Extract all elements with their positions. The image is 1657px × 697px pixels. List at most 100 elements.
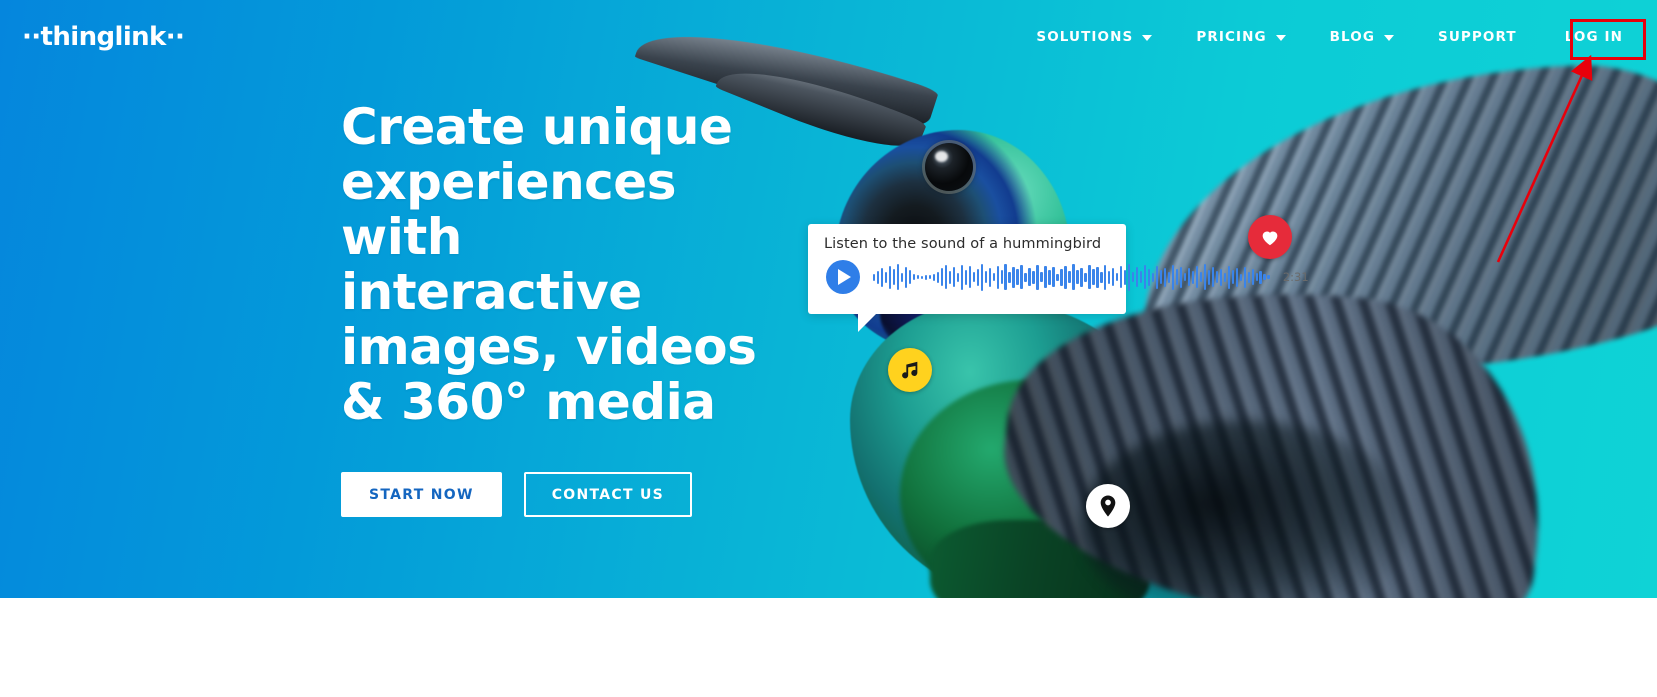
waveform-bar xyxy=(976,268,979,286)
waveform-bar xyxy=(1155,265,1159,289)
waveform-bar xyxy=(920,275,924,279)
waveform-bar xyxy=(1108,270,1111,284)
nav-item-blog[interactable]: BLOG xyxy=(1308,20,1416,54)
waveform-bar xyxy=(1179,266,1183,288)
heart-icon xyxy=(1262,231,1278,246)
waveform-bar xyxy=(1128,263,1131,291)
waveform-bar xyxy=(964,269,968,285)
top-navigation-bar: ··thinglink·· SOLUTIONS PRICING BLOG SUP… xyxy=(0,0,1657,72)
waveform-bar xyxy=(1020,265,1023,289)
waveform-bar xyxy=(1247,271,1250,283)
waveform-bar xyxy=(1263,274,1266,280)
waveform-bar xyxy=(948,270,952,284)
waveform-bar xyxy=(908,270,912,284)
hotspot-music[interactable] xyxy=(888,348,932,392)
music-note-icon xyxy=(902,361,918,379)
waveform-bar xyxy=(972,272,975,282)
waveform-bar xyxy=(1211,267,1215,287)
waveform-bar xyxy=(1239,273,1242,281)
waveform-bar xyxy=(1147,268,1151,286)
nav-item-support[interactable]: SUPPORT xyxy=(1416,20,1539,54)
nav-item-solutions[interactable]: SOLUTIONS xyxy=(1014,20,1174,54)
waveform-bar xyxy=(1048,269,1051,285)
waveform-bar xyxy=(1072,264,1075,290)
waveform-bar xyxy=(1004,264,1007,290)
waveform-bar xyxy=(1084,272,1087,282)
nav-item-label: LOG IN xyxy=(1564,29,1623,45)
nav-item-pricing[interactable]: PRICING xyxy=(1174,20,1307,54)
hero-cta-row: START NOW CONTACT US xyxy=(341,472,771,517)
waveform-bar xyxy=(1092,269,1095,285)
hero-copy-block: Create unique experiences with interacti… xyxy=(341,100,771,517)
waveform-bar xyxy=(928,275,932,279)
nav-item-label: SOLUTIONS xyxy=(1036,29,1134,45)
audio-hotspot-card[interactable]: Listen to the sound of a hummingbird 2:3… xyxy=(808,224,1309,332)
hotspot-favorite[interactable] xyxy=(1248,215,1292,259)
contact-us-button[interactable]: CONTACT US xyxy=(523,472,693,517)
waveform-bar xyxy=(1008,271,1011,283)
waveform-bar xyxy=(1104,264,1107,290)
hero-headline: Create unique experiences with interacti… xyxy=(341,98,757,431)
waveform-bar xyxy=(1159,270,1163,284)
waveform-bar xyxy=(1255,273,1258,281)
waveform-bar xyxy=(916,275,920,279)
waveform-bar xyxy=(1000,270,1003,284)
waveform-bar xyxy=(1187,268,1191,286)
thinglink-logo[interactable]: ··thinglink·· xyxy=(22,22,185,52)
waveform-bar xyxy=(1131,272,1135,282)
waveform-bar xyxy=(1024,272,1027,282)
waveform-bar xyxy=(980,263,983,291)
hotspot-location[interactable] xyxy=(1086,484,1130,528)
waveform-bar xyxy=(888,265,892,289)
waveform-bar xyxy=(992,273,995,281)
hummingbird-eye xyxy=(925,143,973,191)
waveform-bar xyxy=(1215,271,1219,283)
waveform-bar xyxy=(1219,268,1223,286)
waveform-bar xyxy=(1088,265,1091,289)
nav-item-login[interactable]: LOG IN xyxy=(1539,20,1649,54)
waveform-bar xyxy=(873,273,876,281)
waveform-bar xyxy=(1223,272,1227,282)
waveform-bar xyxy=(956,272,960,282)
waveform-bar xyxy=(1044,266,1047,288)
waveform-bar xyxy=(880,267,884,287)
nav-menu: SOLUTIONS PRICING BLOG SUPPORT LOG IN xyxy=(1014,20,1649,54)
waveform-bar xyxy=(1112,268,1115,286)
waveform-bar xyxy=(1163,267,1167,287)
waveform-bar xyxy=(884,271,888,283)
waveform-bar xyxy=(1175,269,1179,285)
waveform-bar xyxy=(1227,265,1230,289)
waveform-bar xyxy=(1251,269,1254,285)
waveform-bar xyxy=(936,271,940,283)
page-body-below-hero xyxy=(0,598,1657,697)
waveform-bar xyxy=(1100,271,1103,283)
waveform-bar xyxy=(996,265,999,289)
waveform-bar xyxy=(1143,265,1147,289)
start-now-button[interactable]: START NOW xyxy=(341,472,502,517)
waveform-bar xyxy=(900,272,904,282)
chevron-down-icon xyxy=(1384,35,1395,41)
waveform-bar xyxy=(1040,272,1043,282)
waveform-bar xyxy=(1167,271,1171,283)
waveform-bar xyxy=(1151,272,1155,282)
waveform-bar xyxy=(924,274,928,280)
waveform-bar xyxy=(892,269,896,285)
map-pin-icon xyxy=(1100,495,1116,517)
waveform-bar xyxy=(876,270,880,284)
waveform-bar xyxy=(1207,269,1211,285)
audio-waveform[interactable] xyxy=(873,262,1270,292)
nav-item-label: BLOG xyxy=(1329,29,1376,45)
waveform-bar xyxy=(1032,270,1035,284)
waveform-bar xyxy=(1183,273,1187,281)
waveform-bar xyxy=(1060,268,1063,286)
waveform-bar xyxy=(1139,271,1143,283)
waveform-bar xyxy=(940,268,944,286)
waveform-bar xyxy=(1195,266,1199,288)
waveform-bar xyxy=(904,266,908,288)
chevron-down-icon xyxy=(1275,35,1286,41)
waveform-bar xyxy=(1064,265,1067,289)
waveform-bar xyxy=(1124,269,1127,285)
play-icon[interactable] xyxy=(826,260,860,294)
waveform-bar xyxy=(1191,270,1195,284)
waveform-bar xyxy=(1080,267,1083,287)
